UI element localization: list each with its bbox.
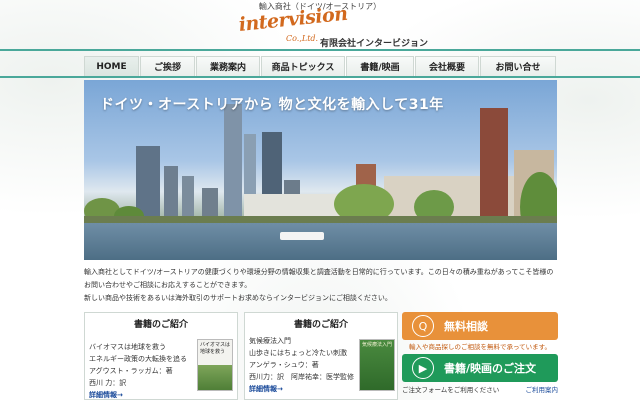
hero-title: ドイツ・オーストリアから 物と文化を輸入して31年: [100, 97, 444, 113]
nav-home[interactable]: HOME: [84, 56, 139, 76]
book-card-climate: 書籍のご紹介 気候療法入門 山歩きにはちょっと冷たい刺激 アンゲラ・シュウ：著 …: [244, 312, 398, 400]
book-translator: 西川 力：訳: [89, 379, 127, 387]
skyline-building: [224, 104, 242, 216]
skyline-building: [182, 176, 194, 216]
order-label: 書籍/映画のご注文: [444, 362, 537, 375]
book-cover-title: 気候療法入門: [362, 342, 393, 348]
book-title: 気候療法入門: [249, 337, 291, 345]
book-cover-title: バイオマスは地球を救う: [200, 342, 231, 355]
free-consult-note: 輸入や商品探しのご相談を無料で承っています。: [408, 343, 552, 351]
book-card-heading: 書籍のご紹介: [133, 320, 188, 330]
book-subtitle: 山歩きにはちょっと冷たい刺激: [249, 349, 347, 357]
nav-books-films[interactable]: 書籍/映画: [346, 56, 414, 76]
header-divider: [0, 49, 640, 51]
intro-text: 輸入商社としてドイツ/オーストリアの健康づくりや環境分野の情報収集と調査活動を日…: [84, 266, 556, 305]
hero-banner: ドイツ・オーストリアから 物と文化を輸入して31年: [84, 80, 557, 260]
order-note-row: ご注文フォームをご利用ください ご利用案内: [402, 384, 558, 394]
company-logo[interactable]: intervision Co.,Ltd. 有限会社インタービジョン: [238, 3, 428, 49]
intro-line: お問い合わせやご相談にお応えすることができます。: [84, 281, 252, 289]
book-info: 気候療法入門 山歩きにはちょっと冷たい刺激 アンゲラ・シュウ：著 西川力：訳 阿…: [249, 335, 354, 395]
book-translator: 西川力：訳 阿岸祐幸：医学監修: [249, 373, 354, 381]
order-guide-link[interactable]: ご利用案内: [526, 384, 559, 394]
nav-business[interactable]: 業務案内: [196, 56, 260, 76]
nav-contact[interactable]: お問い合せ: [480, 56, 556, 76]
book-subtitle: エネルギー政策の大転換を追る: [89, 355, 187, 363]
book-title: バイオマスは地球を救う: [89, 343, 166, 351]
book-author: アンゲラ・シュウ：著: [249, 361, 319, 369]
book-author: アグウスト・ラッガム：著: [89, 367, 173, 375]
cathedral-tower: [480, 108, 508, 220]
free-consult-label: 無料相談: [444, 320, 488, 333]
boat: [280, 232, 324, 240]
order-books-films-button[interactable]: ▶ 書籍/映画のご注文: [402, 354, 558, 382]
river: [84, 223, 557, 260]
skyline-building: [164, 166, 178, 216]
intro-line: 輸入商社としてドイツ/オーストリアの健康づくりや環境分野の情報収集と調査活動を日…: [84, 268, 554, 276]
nav-product-topics[interactable]: 商品トピックス: [261, 56, 345, 76]
film-camera-icon: ▶: [412, 357, 434, 379]
book-info: バイオマスは地球を救う エネルギー政策の大転換を追る アグウスト・ラッガム：著 …: [89, 341, 187, 400]
skyline-building: [202, 188, 218, 216]
book-card-heading: 書籍のご紹介: [293, 320, 348, 330]
book-card-biomass: 書籍のご紹介 バイオマスは地球を救う エネルギー政策の大転換を追る アグウスト・…: [84, 312, 238, 400]
order-note: ご注文フォームをご利用ください: [402, 386, 500, 394]
main-nav: HOME ご挨拶 業務案内 商品トピックス 書籍/映画 会社概要 お問い合せ: [84, 56, 556, 76]
book-details-link[interactable]: 詳細情報→: [249, 383, 354, 395]
nav-divider: [0, 76, 640, 78]
nav-greeting[interactable]: ご挨拶: [140, 56, 195, 76]
site-header: 輸入商社（ドイツ/オーストリア） intervision Co.,Ltd. 有限…: [0, 0, 640, 52]
book-cover-image[interactable]: バイオマスは地球を救う: [197, 339, 233, 391]
speech-bubble-icon: Q: [412, 315, 434, 337]
book-cover-image[interactable]: 気候療法入門: [359, 339, 395, 391]
skyline-building: [136, 146, 160, 216]
free-consult-button[interactable]: Q 無料相談: [402, 312, 558, 340]
book-details-link[interactable]: 詳細情報→: [89, 389, 187, 400]
intro-line: 新しい商品や技術をあるいは海外取引のサポートお求めならインタービジョンにご相談く…: [84, 294, 392, 302]
nav-company[interactable]: 会社概要: [415, 56, 479, 76]
company-name: 有限会社インタービジョン: [320, 39, 429, 49]
logo-co-ltd: Co.,Ltd.: [286, 34, 319, 43]
